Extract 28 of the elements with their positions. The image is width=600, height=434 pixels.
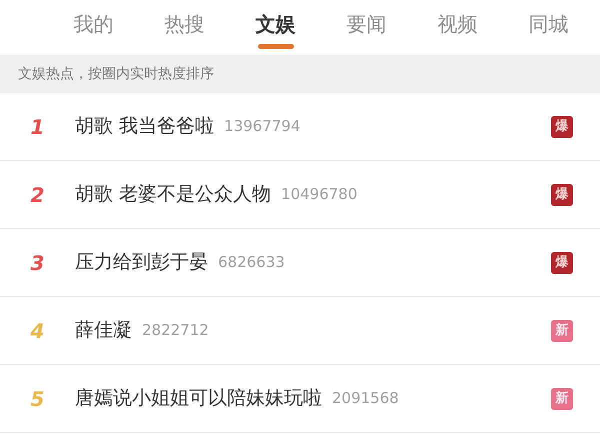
topic-title: 胡歌 老婆不是公众人物 <box>75 182 272 208</box>
tab[interactable]: 文娱 <box>256 10 296 38</box>
topic-title: 薛佳凝 <box>75 318 132 344</box>
hot-search-row[interactable]: 1 胡歌 我当爸爸啦 13967794 爆 <box>0 93 600 161</box>
heat-count: 10496780 <box>281 184 358 206</box>
heat-count: 2091568 <box>332 388 399 410</box>
topic-title: 压力给到彭于晏 <box>75 250 208 276</box>
hot-search-row[interactable]: 2 胡歌 老婆不是公众人物 10496780 爆 <box>0 161 600 229</box>
hot-search-row[interactable]: 4 薛佳凝 2822712 新 <box>0 297 600 365</box>
hot-search-row[interactable]: 3 压力给到彭于晏 6826633 爆 <box>0 229 600 297</box>
rank-number: 3 <box>30 250 46 276</box>
rank-number: 2 <box>30 182 46 208</box>
topic-title: 胡歌 我当爸爸啦 <box>75 114 214 140</box>
topic-title: 唐嫣说小姐姐可以陪妹妹玩啦 <box>75 386 322 412</box>
tab-indicator <box>258 44 294 49</box>
rank-number: 1 <box>30 114 46 140</box>
heat-count: 6826633 <box>218 252 285 274</box>
tag-badge: 爆 <box>551 116 573 138</box>
tag-badge: 爆 <box>551 184 573 206</box>
rank-number: 4 <box>30 318 46 344</box>
notice-text: 文娱热点，按圈内实时热度排序 <box>18 64 214 84</box>
tag-badge: 新 <box>551 388 573 410</box>
hot-search-row[interactable]: 5 唐嫣说小姐姐可以陪妹妹玩啦 2091568 新 <box>0 365 600 433</box>
tag-badge: 爆 <box>551 252 573 274</box>
tag-badge: 新 <box>551 320 573 342</box>
rank-number: 5 <box>30 386 46 412</box>
heat-count: 2822712 <box>142 320 209 342</box>
heat-count: 13967794 <box>224 116 300 138</box>
